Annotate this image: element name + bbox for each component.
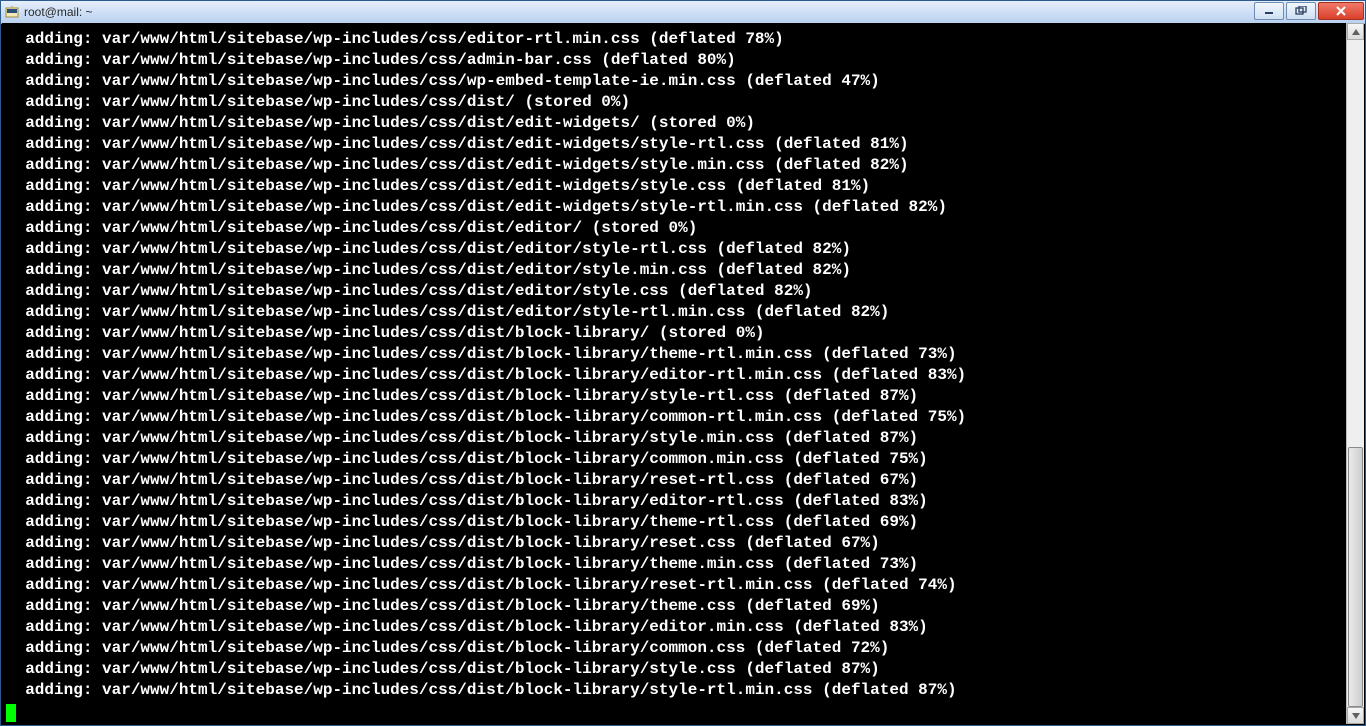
terminal-line: adding: var/www/html/sitebase/wp-include…	[6, 638, 1346, 659]
terminal-line: adding: var/www/html/sitebase/wp-include…	[6, 491, 1346, 512]
terminal-cursor-line	[6, 701, 1346, 722]
terminal-line: adding: var/www/html/sitebase/wp-include…	[6, 470, 1346, 491]
scroll-track[interactable]	[1347, 40, 1364, 707]
minimize-button[interactable]	[1254, 2, 1284, 20]
terminal-line: adding: var/www/html/sitebase/wp-include…	[6, 680, 1346, 701]
terminal-line: adding: var/www/html/sitebase/wp-include…	[6, 659, 1346, 680]
terminal-line: adding: var/www/html/sitebase/wp-include…	[6, 281, 1346, 302]
close-button[interactable]	[1318, 2, 1364, 20]
terminal-output[interactable]: adding: var/www/html/sitebase/wp-include…	[2, 23, 1346, 724]
scroll-up-button[interactable]	[1347, 23, 1364, 40]
terminal-line: adding: var/www/html/sitebase/wp-include…	[6, 617, 1346, 638]
terminal-line: adding: var/www/html/sitebase/wp-include…	[6, 386, 1346, 407]
terminal-line: adding: var/www/html/sitebase/wp-include…	[6, 218, 1346, 239]
terminal-line: adding: var/www/html/sitebase/wp-include…	[6, 134, 1346, 155]
terminal-line: adding: var/www/html/sitebase/wp-include…	[6, 239, 1346, 260]
maximize-button[interactable]	[1286, 2, 1316, 20]
cursor	[6, 704, 16, 722]
terminal-area: adding: var/www/html/sitebase/wp-include…	[2, 23, 1364, 724]
putty-icon	[4, 4, 20, 20]
terminal-line: adding: var/www/html/sitebase/wp-include…	[6, 554, 1346, 575]
terminal-line: adding: var/www/html/sitebase/wp-include…	[6, 512, 1346, 533]
putty-window: root@mail: ~ adding: var/www/html/siteba…	[0, 0, 1366, 726]
window-title: root@mail: ~	[24, 5, 93, 19]
terminal-line: adding: var/www/html/sitebase/wp-include…	[6, 155, 1346, 176]
terminal-line: adding: var/www/html/sitebase/wp-include…	[6, 176, 1346, 197]
terminal-line: adding: var/www/html/sitebase/wp-include…	[6, 596, 1346, 617]
terminal-line: adding: var/www/html/sitebase/wp-include…	[6, 50, 1346, 71]
terminal-line: adding: var/www/html/sitebase/wp-include…	[6, 344, 1346, 365]
terminal-line: adding: var/www/html/sitebase/wp-include…	[6, 302, 1346, 323]
terminal-line: adding: var/www/html/sitebase/wp-include…	[6, 407, 1346, 428]
terminal-line: adding: var/www/html/sitebase/wp-include…	[6, 323, 1346, 344]
terminal-line: adding: var/www/html/sitebase/wp-include…	[6, 428, 1346, 449]
terminal-line: adding: var/www/html/sitebase/wp-include…	[6, 260, 1346, 281]
titlebar[interactable]: root@mail: ~	[1, 1, 1365, 24]
terminal-line: adding: var/www/html/sitebase/wp-include…	[6, 71, 1346, 92]
terminal-line: adding: var/www/html/sitebase/wp-include…	[6, 365, 1346, 386]
scroll-down-button[interactable]	[1347, 707, 1364, 724]
terminal-line: adding: var/www/html/sitebase/wp-include…	[6, 113, 1346, 134]
terminal-line: adding: var/www/html/sitebase/wp-include…	[6, 533, 1346, 554]
scroll-thumb[interactable]	[1348, 447, 1363, 707]
window-controls	[1254, 1, 1365, 21]
terminal-line: adding: var/www/html/sitebase/wp-include…	[6, 92, 1346, 113]
terminal-line: adding: var/www/html/sitebase/wp-include…	[6, 449, 1346, 470]
terminal-line: adding: var/www/html/sitebase/wp-include…	[6, 197, 1346, 218]
scrollbar[interactable]	[1346, 23, 1364, 724]
terminal-line: adding: var/www/html/sitebase/wp-include…	[6, 29, 1346, 50]
terminal-line: adding: var/www/html/sitebase/wp-include…	[6, 575, 1346, 596]
